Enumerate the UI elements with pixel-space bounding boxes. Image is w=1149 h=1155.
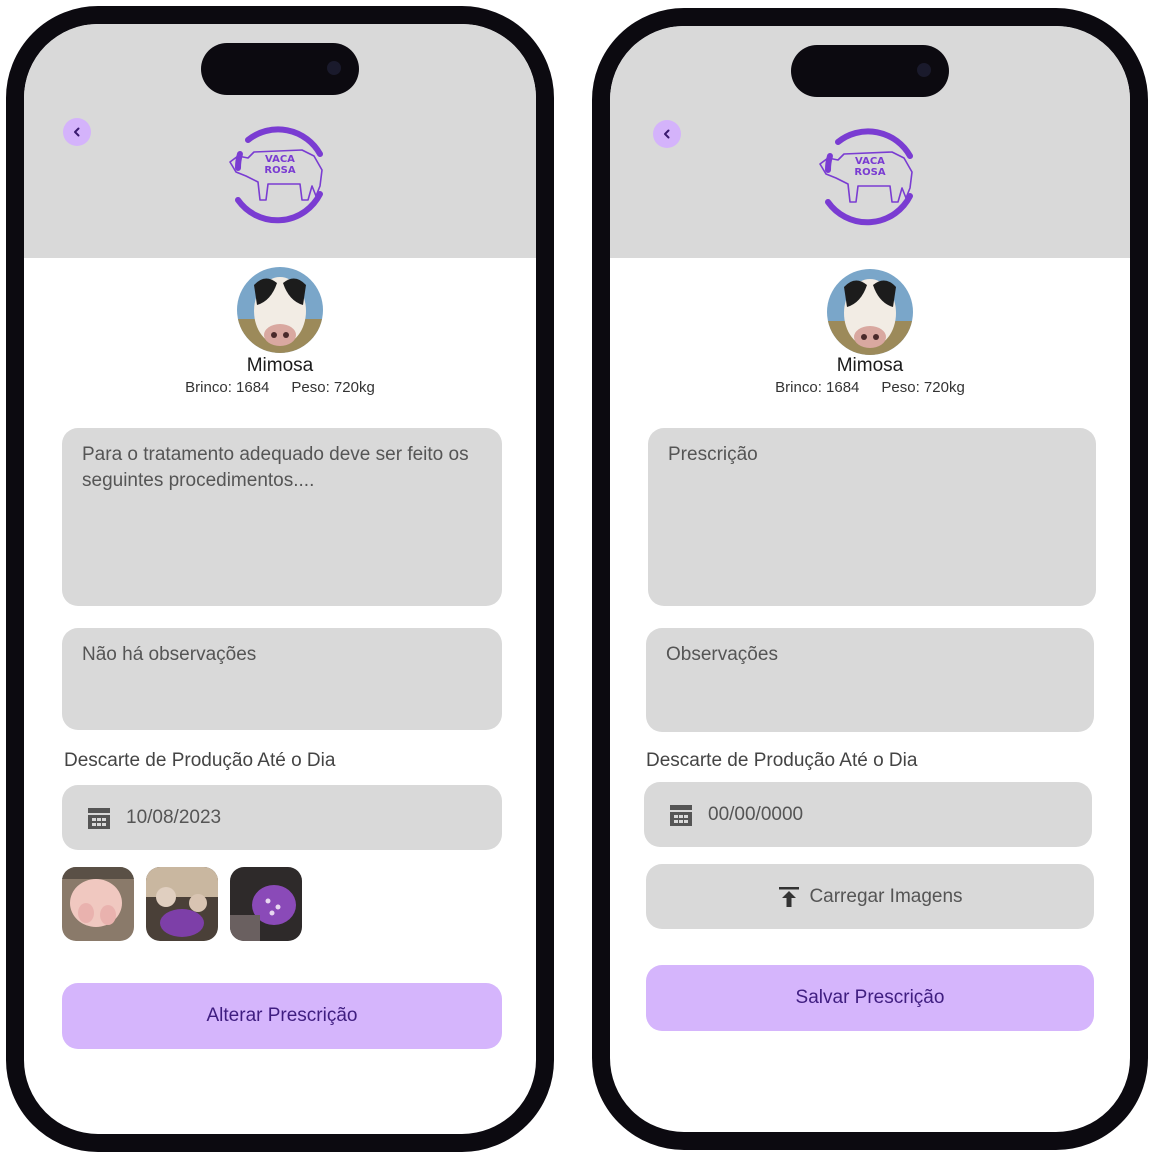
discard-date-value: 10/08/2023	[126, 806, 222, 828]
cow-avatar	[827, 269, 913, 355]
cow-peso: Peso: 720kg	[881, 379, 965, 396]
discard-date-field[interactable]: 00/00/0000	[644, 782, 1092, 847]
prescription-input[interactable]: Prescrição	[648, 428, 1096, 606]
cow-meta: Brinco: 1684 Peso: 720kg	[610, 379, 1130, 396]
attached-image-thumbnail[interactable]	[230, 867, 302, 941]
back-button[interactable]	[63, 118, 91, 146]
discard-label: Descarte de Produção Até o Dia	[64, 750, 336, 771]
camera	[327, 61, 341, 75]
calendar-icon	[88, 807, 110, 829]
calendar-icon	[670, 804, 692, 826]
observations-field[interactable]: Não há observações	[62, 628, 502, 730]
logo-text-line2: ROSA	[854, 167, 885, 178]
phone-new-prescription: VACA ROSA Mimosa Brinco: 1684 Peso: 720kg…	[592, 8, 1148, 1150]
cow-peso: Peso: 720kg	[291, 379, 375, 396]
alterar-prescricao-button[interactable]: Alterar Prescrição	[62, 983, 502, 1049]
cow-name: Mimosa	[246, 355, 314, 376]
logo-text-line1: VACA	[855, 156, 885, 167]
cow-name: Mimosa	[836, 355, 904, 376]
chevron-left-icon	[664, 129, 670, 139]
upload-images-button[interactable]: Carregar Imagens	[646, 864, 1094, 929]
dynamic-island	[201, 43, 359, 95]
cow-brinco: Brinco: 1684	[185, 379, 270, 396]
attached-image-thumbnail[interactable]	[62, 867, 134, 941]
salvar-prescricao-button[interactable]: Salvar Prescrição	[646, 965, 1094, 1031]
discard-date-field[interactable]: 10/08/2023	[62, 785, 502, 850]
vaca-rosa-logo: VACA ROSA	[229, 126, 323, 224]
cow-brinco: Brinco: 1684	[775, 379, 860, 396]
logo-text-line2: ROSA	[264, 165, 295, 176]
phone-view-prescription: VACA ROSA Mimosa Brinco: 1684 Peso: 720kg…	[6, 6, 554, 1152]
upload-icon	[779, 886, 800, 907]
observations-input[interactable]: Observações	[646, 628, 1094, 732]
attached-image-thumbnail[interactable]	[146, 867, 218, 941]
cow-avatar	[237, 267, 323, 353]
back-button[interactable]	[653, 120, 681, 148]
vaca-rosa-logo: VACA ROSA	[819, 128, 913, 226]
upload-images-label: Carregar Imagens	[809, 885, 963, 907]
dynamic-island	[791, 45, 949, 97]
cow-meta: Brinco: 1684 Peso: 720kg	[24, 379, 536, 396]
prescription-field[interactable]: Para o tratamento adequado deve ser feit…	[62, 428, 502, 606]
discard-label: Descarte de Produção Até o Dia	[646, 750, 918, 771]
discard-date-value: 00/00/0000	[708, 803, 804, 825]
camera	[917, 63, 931, 77]
logo-text-line1: VACA	[265, 154, 295, 165]
chevron-left-icon	[74, 127, 80, 137]
